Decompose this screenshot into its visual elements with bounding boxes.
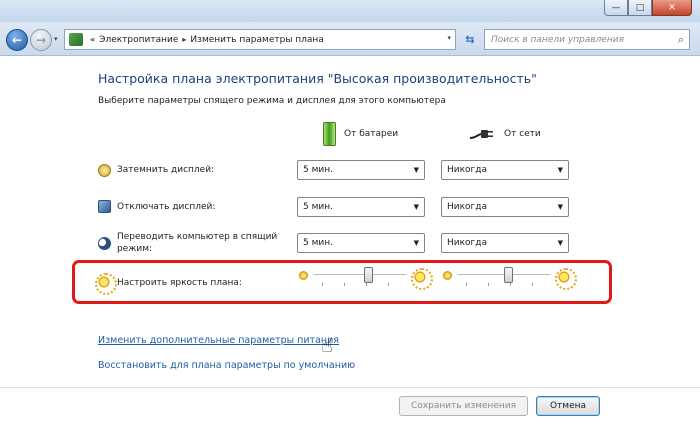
close-button[interactable]: ✕: [652, 0, 692, 16]
chevron-down-icon: ▼: [557, 166, 563, 174]
forward-arrow-icon[interactable]: →: [30, 29, 52, 51]
slider-thumb[interactable]: [504, 267, 513, 283]
battery-column-header: От батареи: [323, 121, 398, 147]
brightness-ac-slider[interactable]: [458, 264, 550, 288]
turn-off-display-battery-select[interactable]: 5 мин. ▼: [297, 197, 425, 217]
turn-off-display-ac-select[interactable]: Никогда ▼: [441, 197, 569, 217]
address-dropdown-chevron-icon[interactable]: ▾: [447, 34, 451, 42]
title-bar: — □ ✕: [0, 0, 700, 22]
dim-display-label: Затемнить дисплей:: [117, 165, 215, 175]
brightness-battery-slider[interactable]: [314, 264, 406, 288]
sleep-moon-icon: [98, 237, 111, 250]
power-plug-icon: [470, 130, 493, 139]
control-panel-icon: [69, 33, 83, 46]
slider-thumb[interactable]: [364, 267, 373, 283]
battery-column-label: От батареи: [344, 129, 399, 139]
search-input[interactable]: Поиск в панели управления ⌕: [484, 29, 690, 50]
slider-tick: [322, 283, 323, 286]
dim-sun-icon: [443, 271, 452, 280]
footer-divider: [0, 387, 700, 388]
bright-sun-icon: [411, 268, 433, 290]
breadcrumb-item-power[interactable]: Электропитание: [99, 35, 178, 45]
chevron-down-icon: ▼: [557, 203, 563, 211]
address-bar[interactable]: « Электропитание ▸ Изменить параметры пл…: [64, 29, 456, 50]
brightness-label: Настроить яркость плана:: [117, 278, 242, 288]
ac-column-label: От сети: [504, 129, 541, 139]
ac-column-header: От сети: [470, 121, 541, 147]
slider-tick: [488, 283, 489, 286]
breadcrumb-arrow-icon[interactable]: ▸: [182, 35, 186, 44]
slider-tick: [344, 283, 345, 286]
dim-sun-icon: [299, 271, 308, 280]
slider-tick: [366, 283, 367, 286]
sleep-ac-value: Никогда: [447, 238, 488, 248]
page-title: Настройка плана электропитания "Высокая …: [98, 71, 537, 86]
save-changes-button[interactable]: Сохранить изменения: [399, 396, 528, 416]
minimize-button[interactable]: —: [604, 0, 628, 16]
navigation-bar: ← → ▾ « Электропитание ▸ Изменить параме…: [0, 22, 700, 56]
main-content: Настройка плана электропитания "Высокая …: [0, 57, 700, 436]
chevron-down-icon: ▼: [557, 239, 563, 247]
brightness-sun-icon: [95, 273, 117, 295]
breadcrumb-item-edit-plan[interactable]: Изменить параметры плана: [190, 35, 323, 45]
slider-tick: [532, 283, 533, 286]
sleep-battery-value: 5 мин.: [303, 238, 333, 248]
breadcrumb-overflow-icon[interactable]: «: [90, 35, 95, 44]
cancel-button[interactable]: Отмена: [536, 396, 600, 416]
turn-off-display-battery-value: 5 мин.: [303, 202, 333, 212]
chevron-down-icon: ▼: [413, 166, 419, 174]
advanced-settings-link[interactable]: Изменить дополнительные параметры питани…: [98, 335, 339, 346]
dim-display-battery-value: 5 мин.: [303, 165, 333, 175]
dim-display-ac-select[interactable]: Никогда ▼: [441, 160, 569, 180]
page-subtitle: Выберите параметры спящего режима и дисп…: [98, 96, 446, 106]
hand-cursor-icon: ☝: [321, 335, 333, 357]
slider-track: [314, 274, 406, 276]
dim-display-battery-select[interactable]: 5 мин. ▼: [297, 160, 425, 180]
battery-icon: [323, 122, 336, 146]
restore-defaults-link[interactable]: Восстановить для плана параметры по умол…: [98, 360, 355, 371]
dim-display-icon: [98, 164, 111, 177]
sleep-battery-select[interactable]: 5 мин. ▼: [297, 233, 425, 253]
back-arrow-icon[interactable]: ←: [6, 29, 28, 51]
slider-tick: [510, 283, 511, 286]
maximize-button[interactable]: □: [628, 0, 652, 16]
turn-off-display-ac-value: Никогда: [447, 202, 488, 212]
monitor-icon: [98, 200, 111, 213]
slider-tick: [388, 283, 389, 286]
sleep-label: Переводить компьютер в спящий режим:: [117, 232, 278, 254]
slider-tick: [466, 283, 467, 286]
sleep-ac-select[interactable]: Никогда ▼: [441, 233, 569, 253]
chevron-down-icon: ▼: [413, 203, 419, 211]
window-controls: — □ ✕: [604, 0, 692, 16]
dim-display-ac-value: Никогда: [447, 165, 488, 175]
chevron-down-icon: ▼: [413, 239, 419, 247]
refresh-icon[interactable]: ⇆: [460, 30, 480, 49]
search-icon[interactable]: ⌕: [678, 33, 684, 47]
bright-sun-icon: [555, 268, 577, 290]
search-placeholder: Поиск в панели управления: [491, 34, 624, 45]
turn-off-display-label: Отключать дисплей:: [117, 202, 216, 212]
recent-pages-chevron-icon[interactable]: ▾: [54, 35, 58, 43]
